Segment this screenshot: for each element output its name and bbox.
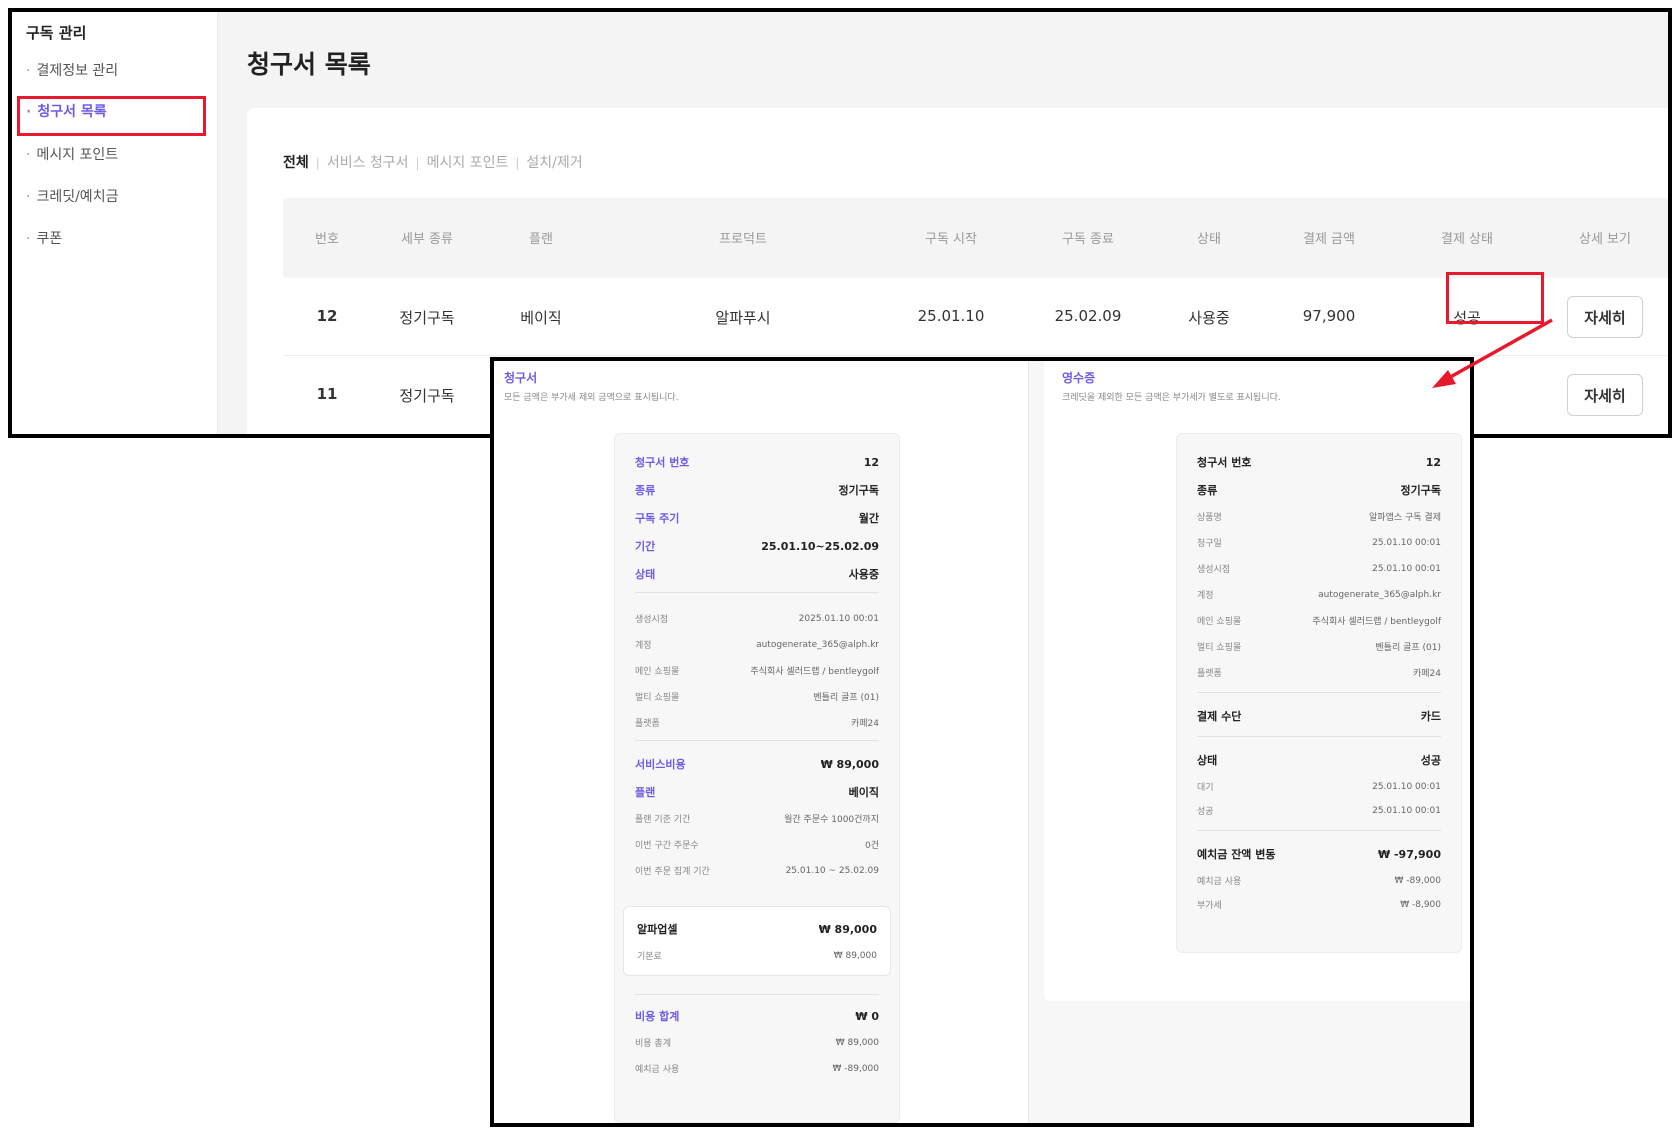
receipt-account-row: 계정 autogenerate_365@alph.kr: [1197, 589, 1441, 602]
divider: [1197, 736, 1441, 737]
sidebar: 구독 관리 · 결제정보 관리 · 청구서 목록 · 메시지 포인트 · 크레딧/예치금…: [12, 12, 218, 434]
cell-kind: 정기구독: [399, 387, 455, 405]
receipt-main-shop-row: 메인 쇼핑몰 주식회사 셀러드랩 / bentleygolf: [1197, 617, 1441, 627]
bullet-icon: ·: [26, 147, 31, 163]
col-header-pay-status: 결제 상태: [1441, 232, 1493, 247]
page-title: 청구서 목록: [247, 50, 371, 79]
col-header-number: 번호: [315, 232, 339, 247]
addon-card: 알파업셀 ₩ 89,000 기본료 ₩ 89,000: [623, 906, 891, 976]
divider: [635, 592, 879, 593]
deposit-used-row: 예치금 사용 ₩ -89,000: [635, 1063, 879, 1076]
receipt-created-row: 생성시점 25.01.10 00:01: [1197, 563, 1441, 576]
invoice-kind-row: 종류 정기구독: [635, 484, 879, 497]
tab-separator: |: [415, 156, 420, 170]
col-header-start: 구독 시작: [925, 232, 977, 247]
cell-end: 25.02.09: [1054, 307, 1122, 325]
receipt-panel: 영수증 크레딧을 제외한 모든 금액은 부가세가 별도로 표시됩니다. 청구서 …: [1044, 361, 1470, 1001]
cell-start: 25.01.10: [917, 307, 985, 325]
receipt-kind-row: 종류 정기구독: [1197, 484, 1441, 497]
invoice-panel-subtitle: 모든 금액은 부가세 제외 금액으로 표시됩니다.: [504, 393, 679, 403]
invoice-created-row: 생성시점 2025.01.10 00:01: [635, 613, 879, 626]
bullet-icon: ·: [26, 189, 31, 205]
cell-number: 11: [316, 385, 338, 403]
sidebar-item-credit-deposit[interactable]: · 크레딧/예치금: [26, 186, 118, 206]
bullet-icon: ·: [26, 63, 31, 79]
col-header-detail: 상세 보기: [1579, 232, 1631, 247]
receipt-product-row: 상품명 알파앱스 구독 결제: [1197, 513, 1441, 523]
total-sum-row: 비용 총계 ₩ 89,000: [635, 1037, 879, 1050]
vat-row: 부가세 ₩ -8,900: [1197, 899, 1441, 912]
cell-number: 12: [316, 307, 338, 325]
order-period-row: 이번 주문 집계 기간 25.01.10 ~ 25.02.09: [635, 865, 879, 878]
sidebar-title: 구독 관리: [26, 24, 87, 42]
sidebar-item-coupon[interactable]: · 쿠폰: [26, 228, 62, 248]
receipt-multi-shop-row: 멀티 쇼핑몰 벤틀리 골프 (01): [1197, 643, 1441, 653]
tab-message-points[interactable]: 메시지 포인트: [427, 155, 509, 171]
status-pending-row: 대기 25.01.10 00:01: [1197, 781, 1441, 794]
invoice-card: 청구서 번호 12 종류 정기구독 구독 주기 월간 기간 25.01.10~25.02…: [614, 433, 900, 1123]
addon-name-row: 알파업셀 ₩ 89,000: [637, 922, 877, 937]
cell-amount: 97,900: [1302, 307, 1356, 325]
divider: [635, 994, 879, 995]
invoice-panel-title: 청구서: [504, 371, 538, 385]
tab-separator: |: [515, 156, 520, 170]
sidebar-item-payment-info[interactable]: · 결제정보 관리: [26, 60, 118, 80]
invoice-account-row: 계정 autogenerate_365@alph.kr: [635, 639, 879, 652]
table-header: 번호 세부 종류 플랜 프로덕트 구독 시작 구독 종료 상태 결제 금액 결제…: [283, 198, 1668, 278]
col-header-amount: 결제 금액: [1303, 232, 1355, 247]
deposit-change-row: 예치금 잔액 변동 ₩ -97,900: [1197, 847, 1441, 862]
invoice-platform-row: 플랫폼 카페24: [635, 719, 879, 729]
invoice-number-row: 청구서 번호 12: [635, 455, 879, 470]
receipt-platform-row: 플랫폼 카페24: [1197, 669, 1441, 679]
receipt-status-row: 상태 성공: [1197, 754, 1441, 767]
tab-service-invoice[interactable]: 서비스 청구서: [327, 155, 409, 171]
divider: [1197, 830, 1441, 831]
menu-highlight-box: [17, 96, 206, 136]
status-success-row: 성공 25.01.10 00:01: [1197, 805, 1441, 818]
total-cost-row: 비용 합계 ₩ 0: [635, 1009, 879, 1024]
cell-product: 알파푸시: [715, 309, 771, 327]
order-count-row: 이번 구간 주문수 0건: [635, 841, 879, 851]
col-header-kind: 세부 종류: [401, 232, 453, 247]
divider: [635, 740, 879, 741]
invoice-detail-screenshot: 청구서 모든 금액은 부가세 제외 금액으로 표시됩니다. 청구서 번호 12 종…: [490, 357, 1474, 1127]
filter-tabs: 전체 | 서비스 청구서 | 메시지 포인트 | 설치/제거: [283, 152, 583, 172]
deposit-used-row: 예치금 사용 ₩ -89,000: [1197, 875, 1441, 888]
invoice-cycle-row: 구독 주기 월간: [635, 512, 879, 525]
tab-separator: |: [315, 156, 320, 170]
invoice-main-shop-row: 메인 쇼핑몰 주식회사 셀러드랩 / bentleygolf: [635, 667, 879, 677]
col-header-end: 구독 종료: [1062, 232, 1114, 247]
divider: [1197, 692, 1441, 693]
col-header-product: 프로덕트: [719, 232, 767, 247]
invoice-period-row: 기간 25.01.10~25.02.09: [635, 539, 879, 554]
receipt-panel-subtitle: 크레딧을 제외한 모든 금액은 부가세가 별도로 표시됩니다.: [1062, 393, 1281, 403]
button-highlight-box: [1446, 272, 1544, 324]
service-cost-row: 서비스비용 ₩ 89,000: [635, 757, 879, 772]
bullet-icon: ·: [26, 231, 31, 247]
detail-button[interactable]: 자세히: [1567, 296, 1643, 338]
tab-all[interactable]: 전체: [283, 155, 309, 171]
addon-base-row: 기본료 ₩ 89,000: [637, 950, 877, 963]
tab-install-remove[interactable]: 설치/제거: [526, 155, 582, 171]
cell-plan: 베이직: [520, 309, 562, 327]
payment-method-row: 결제 수단 카드: [1197, 710, 1441, 723]
col-header-plan: 플랜: [529, 232, 553, 247]
receipt-billing-date-row: 청구일 25.01.10 00:01: [1197, 537, 1441, 550]
detail-button[interactable]: 자세히: [1567, 374, 1643, 416]
col-header-status: 상태: [1197, 232, 1221, 247]
plan-row: 플랜 베이직: [635, 786, 879, 799]
cell-status: 사용중: [1188, 309, 1230, 327]
cell-kind: 정기구독: [399, 309, 455, 327]
sidebar-item-message-points[interactable]: · 메시지 포인트: [26, 144, 118, 164]
plan-basis-row: 플랜 기준 기간 월간 주문수 1000건까지: [635, 815, 879, 825]
receipt-panel-title: 영수증: [1062, 371, 1096, 385]
invoice-multi-shop-row: 멀티 쇼핑몰 벤틀리 골프 (01): [635, 693, 879, 703]
receipt-card: 청구서 번호 12 종류 정기구독 상품명 알파앱스 구독 결제 청구일 25.01.1…: [1176, 433, 1462, 953]
invoice-panel: 청구서 모든 금액은 부가세 제외 금액으로 표시됩니다. 청구서 번호 12 종…: [494, 361, 1029, 1123]
receipt-number-row: 청구서 번호 12: [1197, 455, 1441, 470]
invoice-status-row: 상태 사용중: [635, 568, 879, 581]
